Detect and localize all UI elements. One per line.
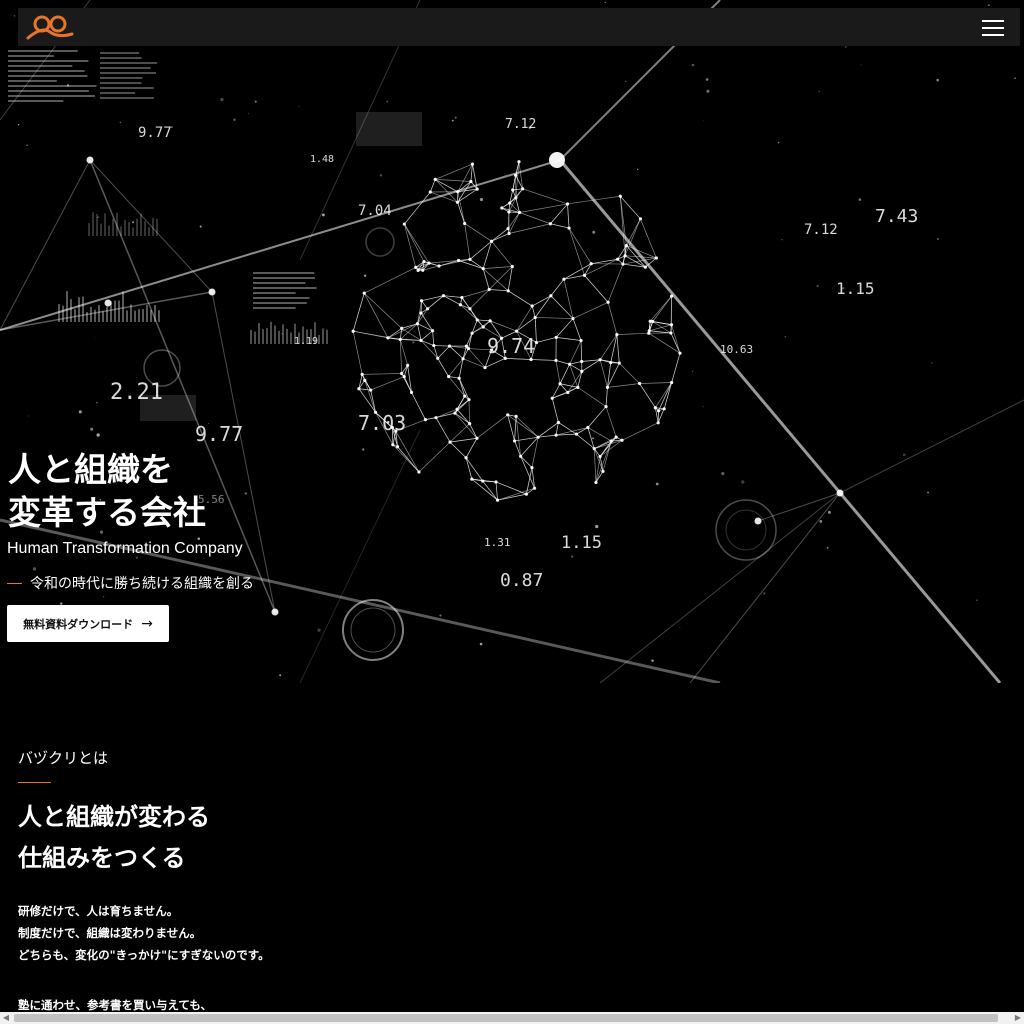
hero-section: 9.77 1.48 7.12 7.04 7.12 7.43 1.15 1.19 … — [0, 0, 1024, 683]
section-heading: 人と組織が変わる 仕組みをつくる — [18, 797, 210, 879]
body-line: 研修だけで、人は育ちません。 — [18, 904, 179, 918]
arrow-right-icon: → — [141, 615, 153, 632]
data-number: 1.15 — [561, 533, 602, 553]
hamburger-menu-icon[interactable] — [982, 18, 1006, 38]
about-section: バヅクリとは 人と組織が変わる 仕組みをつくる 研修だけで、人は育ちません。 制… — [0, 683, 1024, 1013]
data-number: 7.04 — [358, 203, 392, 219]
data-number: 7.03 — [358, 411, 407, 435]
data-number: 9.77 — [195, 422, 244, 446]
section-heading-line: 人と組織が変わる — [18, 803, 210, 831]
hero-tagline-text: 令和の時代に勝ち続ける組織を創る — [30, 576, 254, 592]
horizontal-scrollbar[interactable]: ◀ ▶ — [0, 1012, 1024, 1024]
download-button[interactable]: 無料資料ダウンロード → — [7, 605, 169, 642]
hero-subtitle: Human Transformation Company — [7, 540, 243, 557]
hero-title-line: 変革する会社 — [8, 493, 206, 532]
data-number: 1.31 — [484, 536, 511, 549]
data-number: 9.74 — [487, 334, 536, 358]
site-header — [18, 8, 1020, 46]
body-spacer — [18, 966, 270, 994]
data-number: 7.12 — [804, 222, 838, 238]
bazukuri-logo-icon[interactable] — [26, 14, 74, 42]
data-number: 1.15 — [836, 279, 875, 298]
scroll-right-icon[interactable]: ▶ — [1012, 1012, 1024, 1024]
data-number: 10.63 — [720, 343, 754, 356]
scroll-left-icon[interactable]: ◀ — [0, 1012, 12, 1024]
data-number: 0.87 — [500, 570, 544, 591]
accent-rule — [18, 782, 51, 783]
hero-tagline: 令和の時代に勝ち続ける組織を創る — [7, 573, 254, 593]
accent-dash — [7, 582, 22, 584]
data-number: 1.48 — [310, 154, 335, 165]
section-heading-line: 仕組みをつくる — [18, 844, 186, 872]
data-number: 7.43 — [875, 206, 919, 227]
section-label: バヅクリとは — [18, 749, 109, 767]
data-number: 1.19 — [294, 336, 319, 347]
body-line: どちらも、変化の"きっかけ"にすぎないのです。 — [18, 948, 270, 962]
hero-title-line: 人と組織を — [8, 450, 173, 489]
section-body: 研修だけで、人は育ちません。 制度だけで、組織は変わりません。 どちらも、変化の… — [18, 900, 270, 1016]
hero-title: 人と組織を 変革する会社 — [8, 448, 206, 534]
scrollbar-thumb[interactable] — [14, 1014, 998, 1022]
data-number: 2.21 — [110, 380, 163, 405]
data-number: 7.12 — [505, 117, 537, 132]
body-line: 制度だけで、組織は変わりません。 — [18, 926, 202, 940]
data-number: 9.77 — [138, 125, 172, 141]
download-button-label: 無料資料ダウンロード — [23, 617, 134, 631]
